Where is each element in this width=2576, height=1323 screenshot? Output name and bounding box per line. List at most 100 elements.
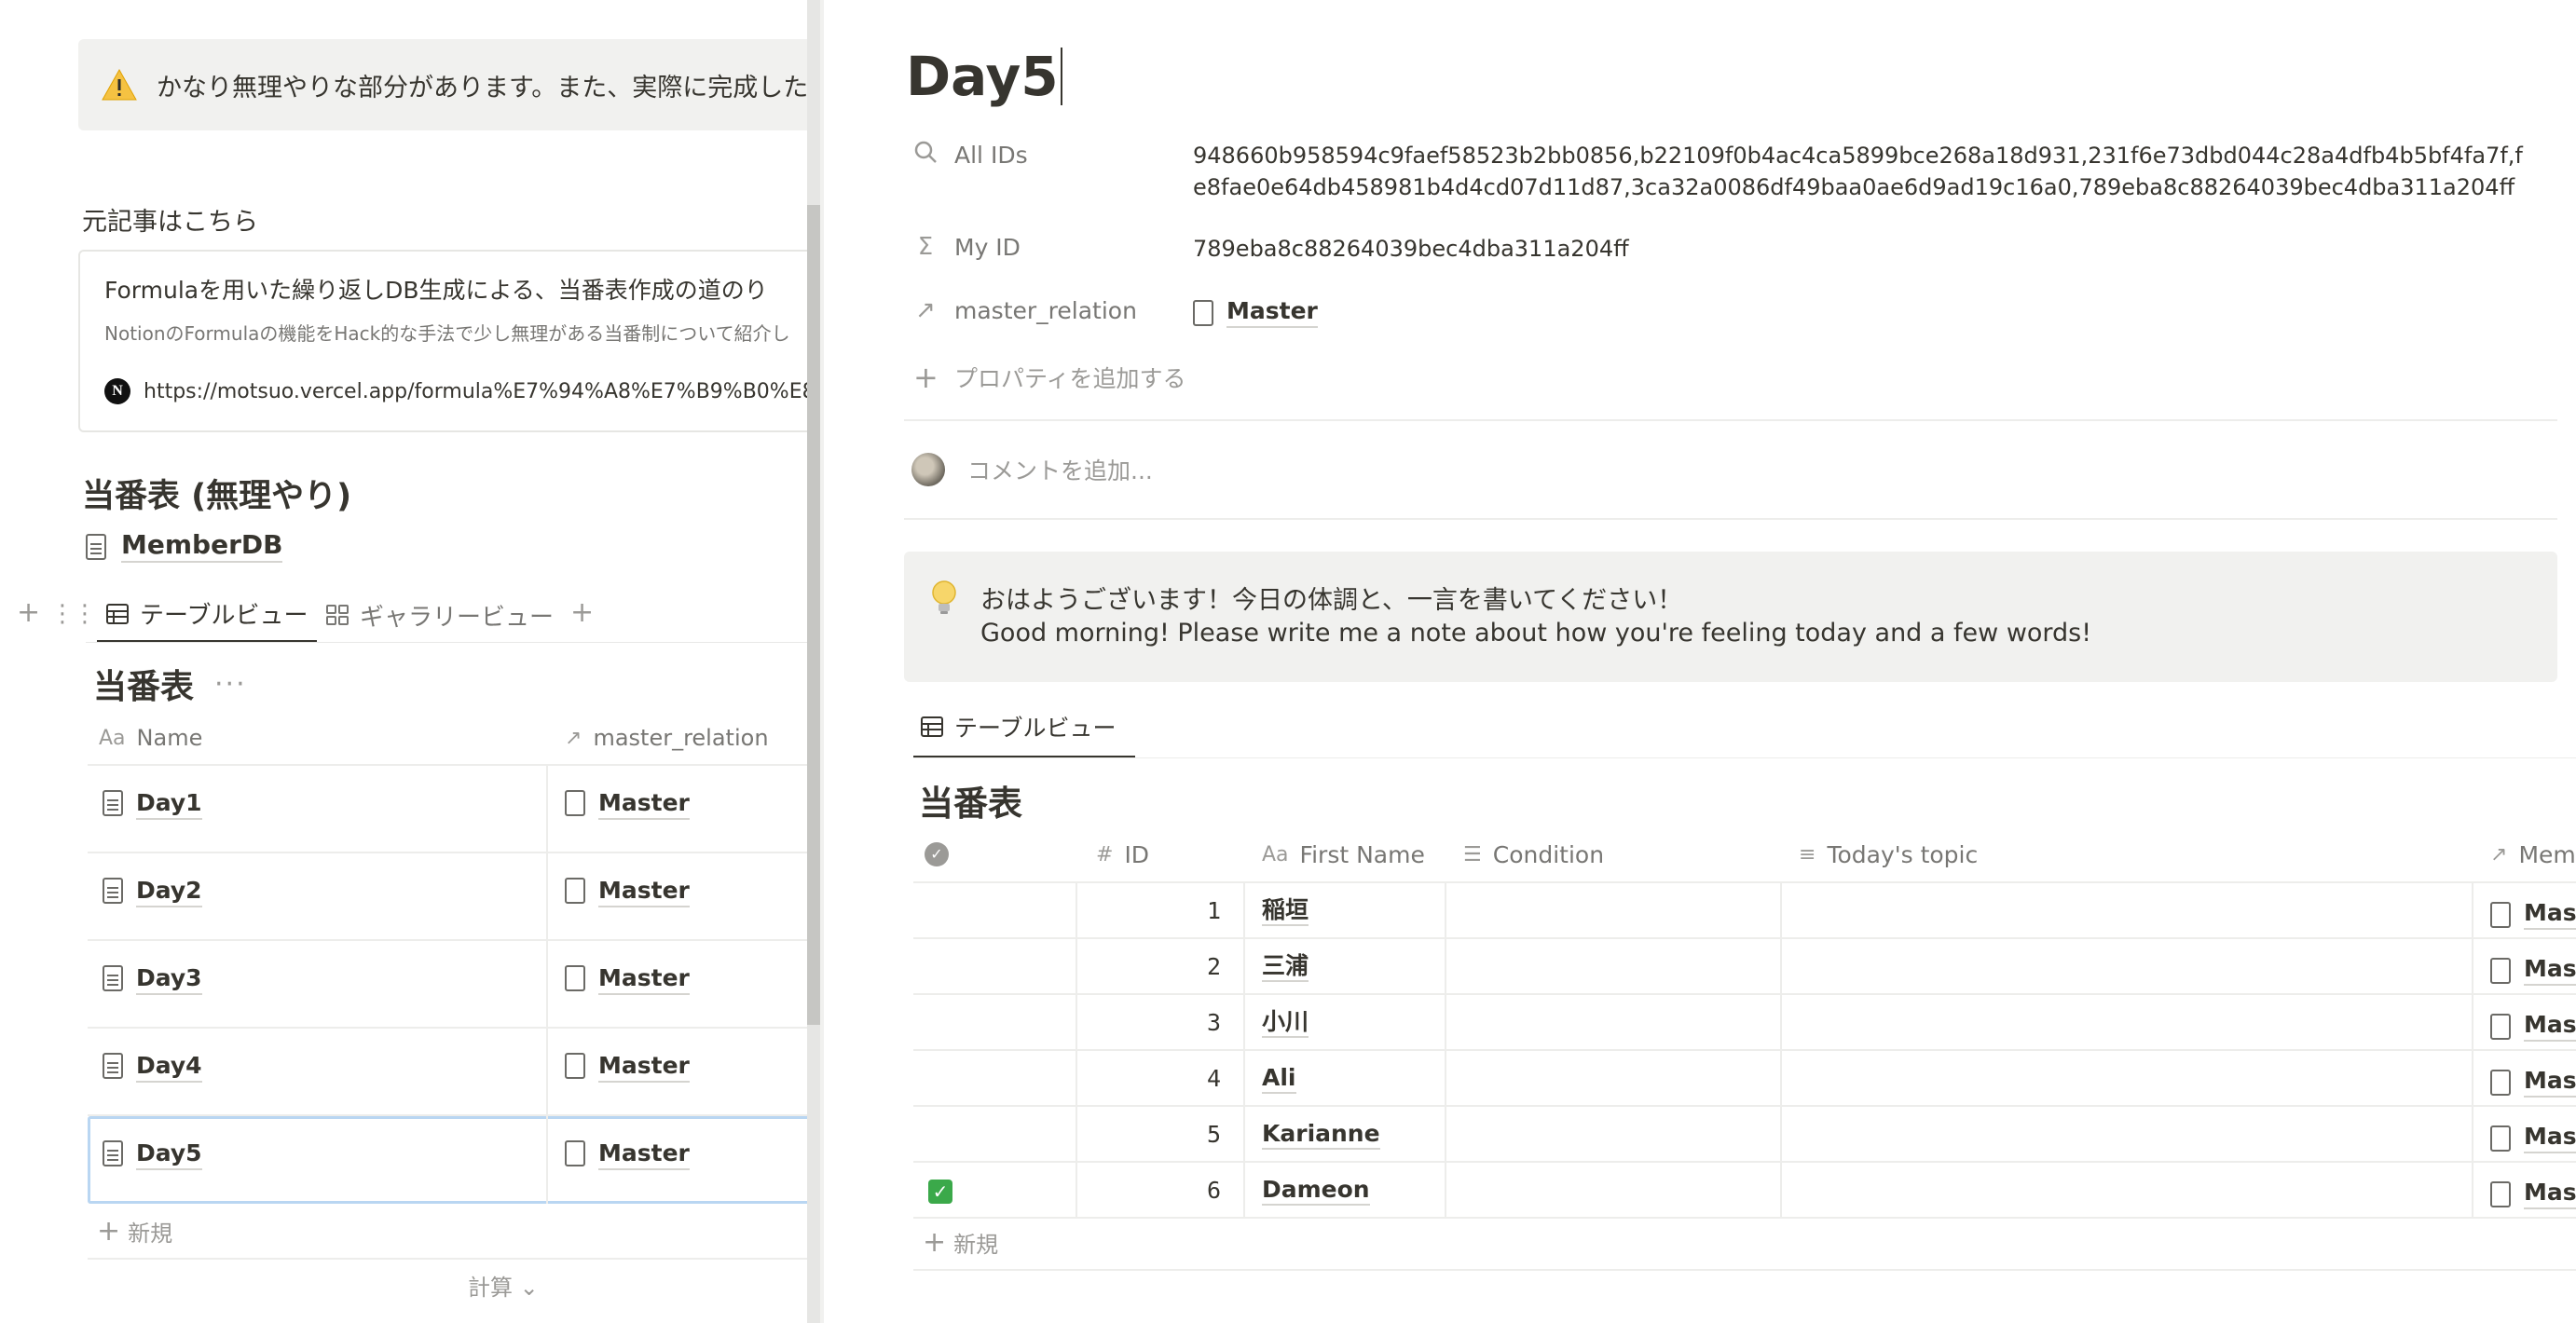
property-my-id[interactable]: Σ My ID 789eba8c88264039bec4dba311a204ff xyxy=(913,233,1629,265)
add-block-icon[interactable]: + xyxy=(17,596,40,629)
relation-link[interactable]: Master xyxy=(598,963,690,995)
first-name-cell[interactable]: 小川 xyxy=(1262,1008,1309,1038)
relation-link[interactable]: Master xyxy=(598,876,690,907)
member-link[interactable]: Mast xyxy=(2524,1178,2576,1209)
column-header-id[interactable]: # ID xyxy=(1096,825,1149,883)
member-cell[interactable]: Mast xyxy=(2490,954,2576,986)
column-header-member[interactable]: ↗ Memb xyxy=(2490,825,2576,883)
table-row[interactable]: 1 稲垣 Mast xyxy=(913,883,2576,939)
column-header-first-name[interactable]: Aa First Name xyxy=(1262,825,1425,883)
page-link[interactable]: Day3 xyxy=(136,963,202,995)
table-row[interactable]: 5 Karianne Mast xyxy=(913,1107,2576,1163)
page-link[interactable]: Day4 xyxy=(136,1051,202,1083)
comment-input[interactable]: コメントを追加... xyxy=(911,453,1153,486)
property-name[interactable]: Σ My ID xyxy=(913,233,1193,261)
id-cell[interactable]: 3 xyxy=(1165,995,1221,1051)
relation-cell[interactable]: Master xyxy=(550,766,807,853)
id-cell[interactable]: 4 xyxy=(1165,1051,1221,1107)
table-row[interactable]: 3 小川 Mast xyxy=(913,995,2576,1051)
calculate-button[interactable]: 計算 ⌄ xyxy=(468,1269,539,1302)
name-cell[interactable]: Day4 xyxy=(88,1029,548,1116)
linked-db-link[interactable]: MemberDB xyxy=(86,529,283,563)
relation-link[interactable]: Master xyxy=(598,788,690,820)
property-all-ids[interactable]: All IDs 948660b958594c9faef58523b2bb0856… xyxy=(913,140,2535,203)
divider xyxy=(913,757,2576,758)
id-cell[interactable]: 2 xyxy=(1165,939,1221,995)
new-row-button[interactable]: + 新規 xyxy=(923,1226,998,1259)
first-name-cell[interactable]: 稲垣 xyxy=(1262,896,1309,926)
bookmark-card[interactable]: Formulaを用いた繰り返しDB生成による、当番表作成の道のり Notionの… xyxy=(78,250,807,432)
column-header-checkbox[interactable]: ✓ xyxy=(925,825,949,883)
relation-cell[interactable]: Master xyxy=(550,941,807,1029)
member-cell[interactable]: Mast xyxy=(2490,1122,2576,1153)
member-cell[interactable]: Mast xyxy=(2490,1178,2576,1209)
property-name[interactable]: ↗ master_relation xyxy=(913,296,1193,324)
column-header-condition[interactable]: ☰ Condition xyxy=(1463,825,1604,883)
table-row[interactable]: 4 Ali Mast xyxy=(913,1051,2576,1107)
my-id-value[interactable]: 789eba8c88264039bec4dba311a204ff xyxy=(1193,233,1629,265)
member-link[interactable]: Mast xyxy=(2524,1010,2576,1042)
relation-cell[interactable]: Master xyxy=(550,853,807,941)
first-name-cell[interactable]: 三浦 xyxy=(1262,952,1309,982)
relation-link[interactable]: Master xyxy=(1226,296,1318,328)
first-name-cell[interactable]: Dameon xyxy=(1262,1176,1370,1206)
all-ids-value[interactable]: 948660b958594c9faef58523b2bb0856,b22109f… xyxy=(1193,140,2535,203)
page-link[interactable]: Day1 xyxy=(136,788,202,820)
table-row[interactable]: Day1 Master xyxy=(88,766,807,853)
formula-sigma-icon: Σ xyxy=(917,233,934,261)
right-table: ✓ # ID Aa First Name ☰ Condition ≡ Today… xyxy=(913,825,2576,1219)
first-name-cell[interactable]: Ali xyxy=(1262,1064,1296,1094)
add-property-button[interactable]: + プロパティを追加する xyxy=(913,360,1186,395)
tab-table-view[interactable]: テーブルビュー xyxy=(913,697,1135,758)
text-property-icon: Aa xyxy=(99,726,126,750)
property-name[interactable]: All IDs xyxy=(913,140,1193,170)
comment-placeholder[interactable]: コメントを追加... xyxy=(967,453,1153,486)
tab-gallery-view[interactable]: ギャラリービュー xyxy=(326,587,554,643)
callout-line-2: Good morning! Please write me a note abo… xyxy=(980,619,2092,648)
page-title[interactable]: Day5 xyxy=(906,45,1062,108)
name-cell[interactable]: Day5 xyxy=(88,1116,548,1204)
scrollbar[interactable] xyxy=(807,0,820,1323)
tab-table-view[interactable]: テーブルビュー xyxy=(97,587,318,643)
member-cell[interactable]: Mast xyxy=(2490,1010,2576,1042)
new-row-button[interactable]: + 新規 xyxy=(97,1215,172,1248)
page-title-text[interactable]: Day5 xyxy=(906,45,1059,108)
page-link[interactable]: Day2 xyxy=(136,876,202,907)
table-row[interactable]: Day3 Master xyxy=(88,941,807,1029)
table-row[interactable]: 2 三浦 Mast xyxy=(913,939,2576,995)
member-link[interactable]: Mast xyxy=(2524,1122,2576,1153)
first-name-cell[interactable]: Karianne xyxy=(1262,1120,1380,1150)
member-link[interactable]: Mast xyxy=(2524,954,2576,986)
page-link[interactable]: Day5 xyxy=(136,1139,202,1170)
property-master-relation[interactable]: ↗ master_relation Master xyxy=(913,296,1318,328)
relation-link[interactable]: Master xyxy=(598,1139,690,1170)
member-link[interactable]: Mast xyxy=(2524,1066,2576,1098)
checked-checkbox[interactable]: ✓ xyxy=(928,1180,952,1204)
column-header-name[interactable]: Aa Name xyxy=(99,710,202,766)
table-row[interactable]: Day4 Master xyxy=(88,1029,807,1116)
drag-handle-icon[interactable]: ⋮⋮ xyxy=(50,600,97,628)
add-view-icon[interactable]: + xyxy=(570,596,594,629)
member-cell[interactable]: Mast xyxy=(2490,898,2576,930)
name-cell[interactable]: Day1 xyxy=(88,766,548,853)
column-header-master-relation[interactable]: ↗ master_relation xyxy=(565,710,769,766)
id-cell[interactable]: 5 xyxy=(1165,1107,1221,1163)
member-link[interactable]: Mast xyxy=(2524,898,2576,930)
name-cell[interactable]: Day3 xyxy=(88,941,548,1029)
table-row[interactable]: Day2 Master xyxy=(88,853,807,941)
column-header-label: Condition xyxy=(1492,840,1605,868)
table-row-selected[interactable]: Day5 Master xyxy=(88,1116,807,1204)
column-header-label: ID xyxy=(1124,840,1150,868)
scrollbar-thumb[interactable] xyxy=(807,205,820,1025)
relation-cell[interactable]: Master xyxy=(550,1029,807,1116)
member-cell[interactable]: Mast xyxy=(2490,1066,2576,1098)
id-cell[interactable]: 6 xyxy=(1165,1163,1221,1219)
name-cell[interactable]: Day2 xyxy=(88,853,548,941)
relation-value[interactable]: Master xyxy=(1193,296,1318,328)
id-cell[interactable]: 1 xyxy=(1165,883,1221,939)
table-row[interactable]: ✓ 6 Dameon Mast xyxy=(913,1163,2576,1219)
column-header-topic[interactable]: ≡ Today's topic xyxy=(1799,825,1978,883)
relation-link[interactable]: Master xyxy=(598,1051,690,1083)
more-options-icon[interactable]: ··· xyxy=(214,668,247,701)
relation-cell[interactable]: Master xyxy=(550,1116,807,1204)
